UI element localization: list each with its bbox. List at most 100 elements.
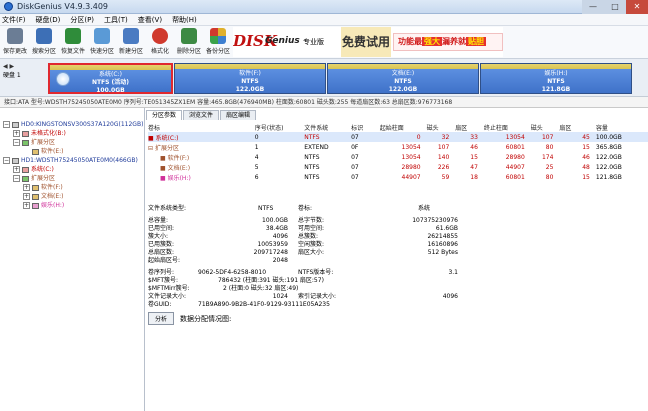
tree-node-unformatted[interactable]: + 未格式化(B:) bbox=[0, 129, 144, 138]
minimize-button[interactable]: — bbox=[582, 0, 604, 14]
fs-type-label: 文件系统类型: bbox=[148, 205, 187, 212]
diskgenius-logo-text: Genius bbox=[265, 36, 300, 46]
table-row[interactable]: ■ 系统(C:) 0 NTFS 07 0 32 33 13054 107 45 … bbox=[148, 132, 648, 142]
tree-node-hd0[interactable]: − HD0:KINGSTONSV300S37A120G(112GB) bbox=[0, 120, 144, 129]
tree-node-software-f[interactable]: + 软件(F:) bbox=[0, 183, 144, 192]
col-header-start-sector: 扇区 bbox=[455, 125, 468, 132]
detail-tabs: 分区参数 浏览文件 扇区编辑 bbox=[146, 110, 257, 120]
expand-icon[interactable]: + bbox=[23, 202, 30, 209]
format-icon bbox=[152, 28, 168, 44]
extended-partition-icon bbox=[22, 175, 29, 182]
collapse-icon[interactable]: − bbox=[13, 139, 20, 146]
window-title: DiskGenius V4.9.3.409 bbox=[17, 2, 109, 11]
partition-block-c[interactable]: 系统(C:) NTFS (活动) 100.0GB bbox=[48, 63, 173, 94]
app-icon bbox=[4, 2, 13, 11]
table-row[interactable]: ■ 娱乐(H:) 6 NTFS 07 44907 59 18 60801 80 … bbox=[148, 172, 648, 182]
tree-node-documents-e[interactable]: + 文档(E:) bbox=[0, 192, 144, 201]
search-icon bbox=[36, 28, 52, 44]
recover-files-button[interactable]: 恢复文件 bbox=[60, 28, 86, 55]
col-header-end-cyl: 终止柱面 bbox=[483, 125, 508, 132]
tab-sector-editor[interactable]: 扇区编辑 bbox=[220, 110, 257, 120]
volume-label-label: 卷标: bbox=[298, 205, 313, 212]
fs-row: 卷GUID: 71B9A890-9B2B-41F0-9129-93111E05A2… bbox=[148, 301, 330, 308]
disk-partition-bar: ◀ ▶ 硬盘 1 系统(C:) NTFS (活动) 100.0GB 软件(F:)… bbox=[0, 59, 648, 97]
fs-type-value: NTFS bbox=[258, 205, 274, 212]
table-row[interactable]: ■ 软件(F:) 4 NTFS 07 13054 140 15 28980 17… bbox=[148, 152, 648, 162]
col-header-index: 序号(状态) bbox=[254, 125, 284, 132]
window-controls: — □ ✕ bbox=[582, 0, 648, 14]
fs-row: 文件记录大小: 1024 索引记录大小: 4096 bbox=[148, 293, 458, 300]
partition-icon bbox=[32, 148, 39, 155]
partition-icon bbox=[32, 193, 39, 200]
data-allocation-label: 数据分配情况图: bbox=[180, 314, 232, 323]
expand-icon[interactable]: + bbox=[13, 166, 20, 173]
fs-row: 卷序列号: 9062-5DF4-6258-8010 NTFS版本号: 3.1 bbox=[148, 269, 458, 276]
collapse-icon[interactable]: − bbox=[3, 121, 10, 128]
tab-browse-files[interactable]: 浏览文件 bbox=[183, 110, 220, 120]
fs-row: 总容量: 100.0GB 总字节数: 107375230976 bbox=[148, 217, 458, 224]
menu-file[interactable]: 文件(F) bbox=[2, 15, 26, 25]
new-partition-button[interactable]: 新建分区 bbox=[118, 28, 144, 55]
partition-icon bbox=[32, 184, 39, 191]
windows-logo-icon bbox=[56, 72, 70, 86]
menu-help[interactable]: 帮助(H) bbox=[172, 15, 197, 25]
menu-tools[interactable]: 工具(T) bbox=[104, 15, 128, 25]
save-changes-button[interactable]: 保存更改 bbox=[2, 28, 28, 55]
table-header-row: 卷标 序号(状态) 文件系统 标识 起始柱面 磁头 扇区 终止柱面 磁头 扇区 … bbox=[148, 123, 648, 132]
menu-view[interactable]: 查看(V) bbox=[138, 15, 162, 25]
table-row[interactable]: ⊟ 扩展分区 1 EXTEND 0F 13054 107 46 60801 80… bbox=[148, 142, 648, 152]
col-header-end-sector: 扇区 bbox=[559, 125, 572, 132]
tree-node-entertainment-h[interactable]: + 娱乐(H:) bbox=[0, 201, 144, 210]
filesystem-info: 文件系统类型: NTFS 卷标: 系统 总容量: 100.0GB 总字节数: 1073… bbox=[148, 205, 643, 309]
partition-details-panel: 分区参数 浏览文件 扇区编辑 卷标 序号(状态) 文件系统 标识 起始柱面 磁头… bbox=[146, 108, 648, 411]
col-header-start-cyl: 起始柱面 bbox=[379, 125, 404, 132]
menu-partition[interactable]: 分区(P) bbox=[70, 15, 94, 25]
disk-info-bar: 接口:ATA 型号:WDSTH75245050ATE0M0 序列号:TE0513… bbox=[0, 97, 648, 108]
partition-block-f[interactable]: 软件(F:) NTFS 122.0GB bbox=[174, 63, 326, 94]
tree-node-hd1[interactable]: − HD1:WDSTH75245050ATE0M0(466GB) bbox=[0, 156, 144, 165]
ad-banner[interactable]: DISK Genius 专业版 免费试用 功能最 强大 漏养就 贴胆 bbox=[233, 27, 503, 57]
collapse-icon[interactable]: − bbox=[13, 175, 20, 182]
partition-block-h[interactable]: 娱乐(H:) NTFS 121.8GB bbox=[480, 63, 632, 94]
disk-icon bbox=[12, 121, 19, 128]
new-partition-icon bbox=[123, 28, 139, 44]
fs-row: 起始扇区号: 2048 bbox=[148, 257, 288, 264]
menu-bar: 文件(F) 硬盘(D) 分区(P) 工具(T) 查看(V) 帮助(H) bbox=[0, 14, 648, 26]
expand-icon[interactable]: + bbox=[23, 184, 30, 191]
fs-row: 已用簇数: 10053959 空闲簇数: 16160896 bbox=[148, 241, 458, 248]
disk-selector[interactable]: ◀ ▶ 硬盘 1 bbox=[3, 63, 43, 93]
col-header-start-head: 磁头 bbox=[426, 125, 439, 132]
analyze-button[interactable]: 分析 bbox=[148, 312, 175, 325]
disk-icon bbox=[12, 157, 19, 164]
volume-label-value: 系统 bbox=[418, 205, 431, 212]
pro-edition-label: 专业版 bbox=[303, 38, 324, 46]
maximize-button[interactable]: □ bbox=[604, 0, 626, 14]
partition-icon bbox=[22, 166, 29, 173]
tree-node-extended-0[interactable]: − 扩展分区 bbox=[0, 138, 144, 147]
collapse-icon[interactable]: − bbox=[3, 157, 10, 164]
tree-node-extended-1[interactable]: − 扩展分区 bbox=[0, 174, 144, 183]
col-header-end-head: 磁头 bbox=[530, 125, 543, 132]
tree-node-software-e[interactable]: 软件(E:) bbox=[0, 147, 144, 156]
tree-node-system-c[interactable]: + 系统(C:) bbox=[0, 165, 144, 174]
tab-partition-params[interactable]: 分区参数 bbox=[146, 110, 183, 120]
quick-partition-icon bbox=[94, 28, 110, 44]
disk-label: 硬盘 1 bbox=[3, 72, 21, 79]
delete-partition-button[interactable]: 删除分区 bbox=[176, 28, 202, 55]
partition-block-e[interactable]: 文档(E:) NTFS 122.0GB bbox=[327, 63, 479, 94]
menu-disk[interactable]: 硬盘(D) bbox=[36, 15, 61, 25]
format-button[interactable]: 格式化 bbox=[147, 28, 173, 55]
save-icon bbox=[7, 28, 23, 44]
table-row[interactable]: ■ 文档(E:) 5 NTFS 07 28980 226 47 44907 25… bbox=[148, 162, 648, 172]
disk-tree-panel: − HD0:KINGSTONSV300S37A120G(112GB) + 未格式化(… bbox=[0, 108, 145, 411]
expand-icon[interactable]: + bbox=[13, 130, 20, 137]
free-trial-ad: 免费试用 bbox=[341, 27, 391, 57]
backup-partition-button[interactable]: 备份分区 bbox=[205, 28, 231, 55]
close-button[interactable]: ✕ bbox=[626, 0, 648, 14]
expand-icon[interactable]: + bbox=[23, 193, 30, 200]
partition-table: 卷标 序号(状态) 文件系统 标识 起始柱面 磁头 扇区 终止柱面 磁头 扇区 … bbox=[148, 123, 648, 182]
fs-row: $MFTMirr簇号: 2 (柱面:0 磁头:32 扇区:49) bbox=[148, 285, 299, 292]
quick-partition-button[interactable]: 快速分区 bbox=[89, 28, 115, 55]
disk-nav-arrows[interactable]: ◀ ▶ bbox=[3, 63, 43, 70]
search-partition-button[interactable]: 搜索分区 bbox=[31, 28, 57, 55]
